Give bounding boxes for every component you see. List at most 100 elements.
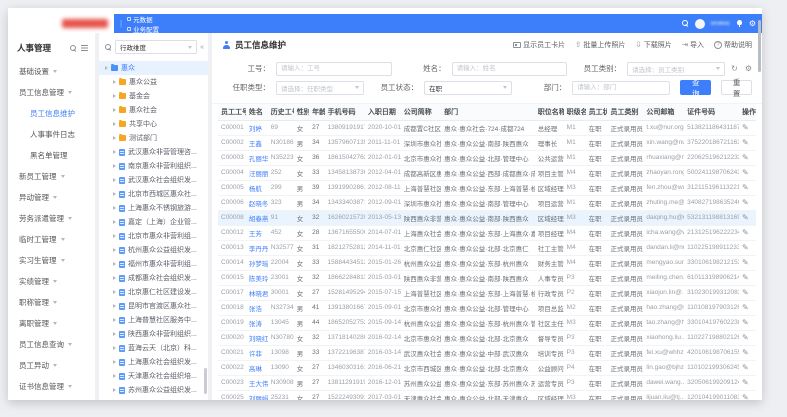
table-row[interactable]: C00012 王芳 452 女 28 13671655500 2014-07-0…	[218, 225, 756, 240]
sidebar-menu-item[interactable]: 异动管理	[8, 187, 95, 208]
employee-name-link[interactable]: 孙梦瑶	[246, 255, 268, 270]
tree-expand-icon[interactable]	[113, 332, 116, 336]
tree-expand-icon[interactable]	[113, 192, 116, 196]
sidebar-menu-item[interactable]: 员工异动	[8, 355, 95, 376]
tree-node[interactable]: 上海普慧社区服务中...	[99, 313, 208, 327]
tree-node[interactable]: 苏州惠众公益组织发...	[99, 383, 208, 397]
tree-node[interactable]: 杭州惠众公益组织发...	[99, 243, 208, 257]
avatar[interactable]	[695, 19, 705, 29]
sidebar-menu-item[interactable]: 职称管理	[8, 292, 95, 313]
show-employee-card-link[interactable]: 显示员工卡片	[513, 40, 565, 50]
edit-icon[interactable]: ✎	[742, 258, 749, 267]
tree-expand-icon[interactable]	[113, 318, 116, 322]
tree-expand-icon[interactable]	[113, 164, 116, 168]
tree-node[interactable]: 惠众社会	[99, 103, 208, 117]
sidebar-menu-item[interactable]: 员工信息管理	[8, 82, 95, 103]
tree-expand-icon[interactable]	[113, 374, 116, 378]
window-scrollbar[interactable]	[758, 20, 761, 72]
bell-icon[interactable]	[736, 20, 743, 27]
table-row[interactable]: C00021 许菲 13098 男 33 13722196387 2016-03…	[218, 345, 756, 360]
tree-expand-icon[interactable]	[105, 66, 108, 70]
employee-name-link[interactable]: 林晓君	[246, 285, 268, 300]
tree-node[interactable]: 共享中心	[99, 117, 208, 131]
table-row[interactable]: C00023 王大伟 N30908 男 27 13811291919 2016-…	[218, 375, 756, 390]
employee-name-link[interactable]: 王芳	[246, 225, 268, 240]
table-row[interactable]: C00025 刘丽娟 25231 女 27 15222493091 2017-0…	[218, 390, 756, 400]
tree-node[interactable]: 蓝海云天（北京）科...	[99, 341, 208, 355]
tree-node[interactable]: 北京市惠众非营利组...	[99, 229, 208, 243]
edit-icon[interactable]: ✎	[742, 228, 749, 237]
tree-expand-icon[interactable]	[113, 360, 116, 364]
table-row[interactable]: C00006 赵晓冬 323 男 34 13433403871 2012-09-…	[218, 195, 756, 210]
table-row[interactable]: C00019 张涛 13045 男 44 18652052752 2015-09…	[218, 315, 756, 330]
edit-icon[interactable]: ✎	[742, 213, 749, 222]
edit-icon[interactable]: ✎	[742, 318, 749, 327]
nav-item[interactable]: 元数据	[127, 14, 159, 24]
sidebar-menu-item[interactable]: 离职管理	[8, 313, 95, 334]
edit-icon[interactable]: ✎	[742, 333, 749, 342]
status-select[interactable]: 在职	[424, 81, 512, 95]
table-row[interactable]: C00002 王鑫 N30186 男 34 13579607135 2011-1…	[218, 135, 756, 150]
employee-name-link[interactable]: 王鑫	[246, 135, 268, 150]
tree-expand-icon[interactable]	[113, 262, 116, 266]
tree-node[interactable]: 嘉定（上海）企业管...	[99, 215, 208, 229]
sidebar-menu-item[interactable]: 基础设置	[8, 61, 95, 82]
table-row[interactable]: C00018 张浩 N32734 男 41 13913801667 2015-0…	[218, 300, 756, 315]
job-type-select[interactable]: 请选择：任职类型	[276, 81, 364, 95]
table-row[interactable]: C00005 杨航 299 男 39 13919902861 2012-08-1…	[218, 180, 756, 195]
reset-button[interactable]: 重置	[721, 80, 752, 95]
employee-name-link[interactable]: 胡春燕	[246, 210, 268, 225]
edit-icon[interactable]: ✎	[742, 288, 749, 297]
table-row[interactable]: C00013 李丹丹 N32577 女 31 18212752812 2014-…	[218, 240, 756, 255]
table-row[interactable]: C00015 陈美玲 23001 女 32 18662284811 2015-0…	[218, 270, 756, 285]
table-row[interactable]: C00001 刘婷 69 女 27 13809191917 2020-10-01…	[218, 120, 756, 135]
tree-node[interactable]: 惠众	[99, 61, 208, 75]
employee-name-link[interactable]: 王大伟	[246, 375, 268, 390]
tree-node[interactable]: 福州市惠众非营利组...	[99, 257, 208, 271]
table-row[interactable]: C00004 汪丽丽 252 女 33 13458138730 2012-04-…	[218, 165, 756, 180]
refresh-icon[interactable]: ↻	[731, 64, 738, 73]
download-photo-link[interactable]: ⇩下载照片	[635, 40, 671, 50]
employee-name-link[interactable]: 杨航	[246, 180, 268, 195]
tree-expand-icon[interactable]	[113, 346, 116, 350]
edit-icon[interactable]: ✎	[742, 153, 749, 162]
tree-expand-icon[interactable]	[113, 220, 116, 224]
sidebar-menu-item[interactable]: 员工信息查询	[8, 334, 95, 355]
table-row[interactable]: C00017 林晓君 30001 女 27 15281495294 2015-0…	[218, 285, 756, 300]
employee-name-link[interactable]: 高琳	[246, 360, 268, 375]
tree-expand-icon[interactable]	[113, 304, 116, 308]
tree-node[interactable]: 南京惠众非营利组织...	[99, 159, 208, 173]
category-select[interactable]: 请选择：员工类别	[627, 62, 725, 76]
dept-input[interactable]	[572, 81, 670, 95]
edit-icon[interactable]: ✎	[742, 123, 749, 132]
employee-name-link[interactable]: 赵晓冬	[246, 195, 268, 210]
tree-expand-icon[interactable]	[113, 122, 116, 126]
tree-node[interactable]: 陕西惠众非营利组织...	[99, 327, 208, 341]
tree-scrollbar[interactable]	[204, 368, 207, 394]
sidebar-menu-item[interactable]: 证书信息管理	[8, 376, 95, 397]
edit-icon[interactable]: ✎	[742, 198, 749, 207]
tree-expand-icon[interactable]	[113, 290, 116, 294]
sidebar-menu-item[interactable]: 员工信息维护	[8, 103, 95, 124]
employee-name-link[interactable]: 刘晓红	[246, 330, 268, 345]
work-id-input[interactable]	[276, 62, 392, 76]
table-row[interactable]: C00022 高琳 13090 女 27 13460303161 2016-06…	[218, 360, 756, 375]
edit-icon[interactable]: ✎	[742, 378, 749, 387]
tree-expand-icon[interactable]	[113, 94, 116, 98]
tree-expand-icon[interactable]	[113, 80, 116, 84]
sidebar-menu-item[interactable]: 实绩管理	[8, 271, 95, 292]
tree-expand-icon[interactable]	[113, 234, 116, 238]
tree-node[interactable]: 北京惠仁社区建设发...	[99, 285, 208, 299]
edit-icon[interactable]: ✎	[742, 243, 749, 252]
sidebar-menu-item[interactable]: 新员工管理	[8, 166, 95, 187]
sidebar-menu-item[interactable]: 人事事件日志	[8, 124, 95, 145]
tree-node[interactable]: 上海惠众不锈钢旅游...	[99, 201, 208, 215]
tree-node[interactable]: 武汉惠众社会组织发...	[99, 173, 208, 187]
search-button[interactable]: 查询	[680, 80, 711, 95]
employee-name-link[interactable]: 陈美玲	[246, 270, 268, 285]
table-row[interactable]: C00014 孙梦瑶 22004 女 33 15884434512 2015-0…	[218, 255, 756, 270]
tree-expand-icon[interactable]	[113, 276, 116, 280]
tree-node[interactable]: 北京市西城区惠众社...	[99, 187, 208, 201]
table-row[interactable]: C00008 胡春燕 91 女 32 16260215720 2013-05-1…	[218, 210, 756, 225]
edit-icon[interactable]: ✎	[742, 168, 749, 177]
